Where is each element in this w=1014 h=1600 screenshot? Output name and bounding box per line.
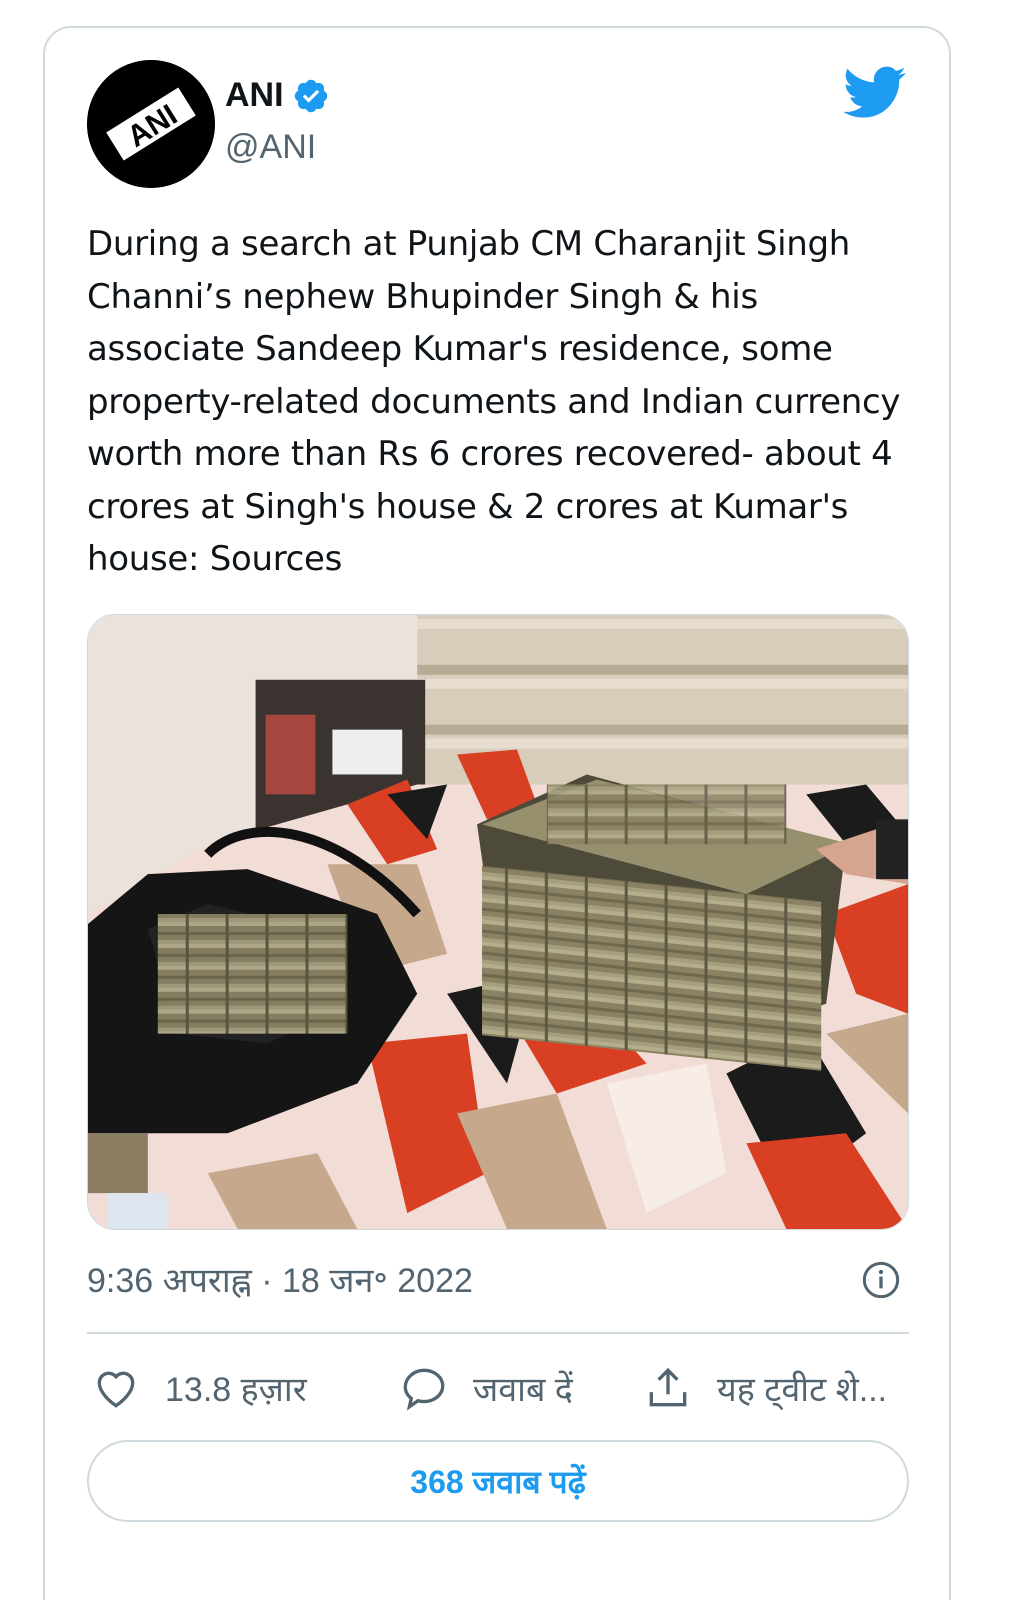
verified-badge-icon — [294, 79, 327, 112]
reply-button[interactable]: जवाब दें — [399, 1358, 573, 1418]
ani-logo: ANI — [87, 60, 215, 188]
heart-icon — [97, 1371, 135, 1408]
like-button[interactable]: 13.8 हज़ार — [91, 1358, 307, 1418]
tweet-text: During a search at Punjab CM Charanjit S… — [87, 224, 901, 579]
reply-label: जवाब दें — [473, 1371, 573, 1409]
tweet-actions: 13.8 हज़ार जवाब दें यह ट्वीट शे... — [87, 1358, 927, 1428]
twitter-bird-icon[interactable] — [843, 66, 907, 120]
share-button[interactable]: यह ट्वीट शे... — [643, 1358, 887, 1418]
photo-cash-on-bed — [88, 615, 908, 1229]
author-name[interactable]: ANI — [225, 76, 284, 115]
info-icon[interactable] — [861, 1260, 901, 1300]
share-upload-icon — [649, 1367, 687, 1407]
avatar[interactable]: ANI — [87, 60, 215, 188]
read-replies-label: 368 जवाब पढ़ें — [410, 1463, 586, 1500]
share-label: यह ट्वीट शे... — [717, 1371, 888, 1409]
author-handle[interactable]: @ANI — [225, 128, 316, 167]
tweet-timestamp[interactable]: 9:36 अपराह्न · 18 जन॰ 2022 — [87, 1256, 473, 1302]
tweet-photo[interactable] — [87, 614, 909, 1230]
like-count: 13.8 हज़ार — [165, 1371, 307, 1409]
reply-bubble-icon — [403, 1368, 445, 1411]
read-replies-button[interactable]: 368 जवाब पढ़ें — [87, 1440, 909, 1522]
divider — [87, 1332, 909, 1334]
tweet-card: ANI ANI @ANI During a search at Punjab C… — [43, 26, 951, 1600]
author-name-row[interactable]: ANI — [225, 76, 330, 115]
